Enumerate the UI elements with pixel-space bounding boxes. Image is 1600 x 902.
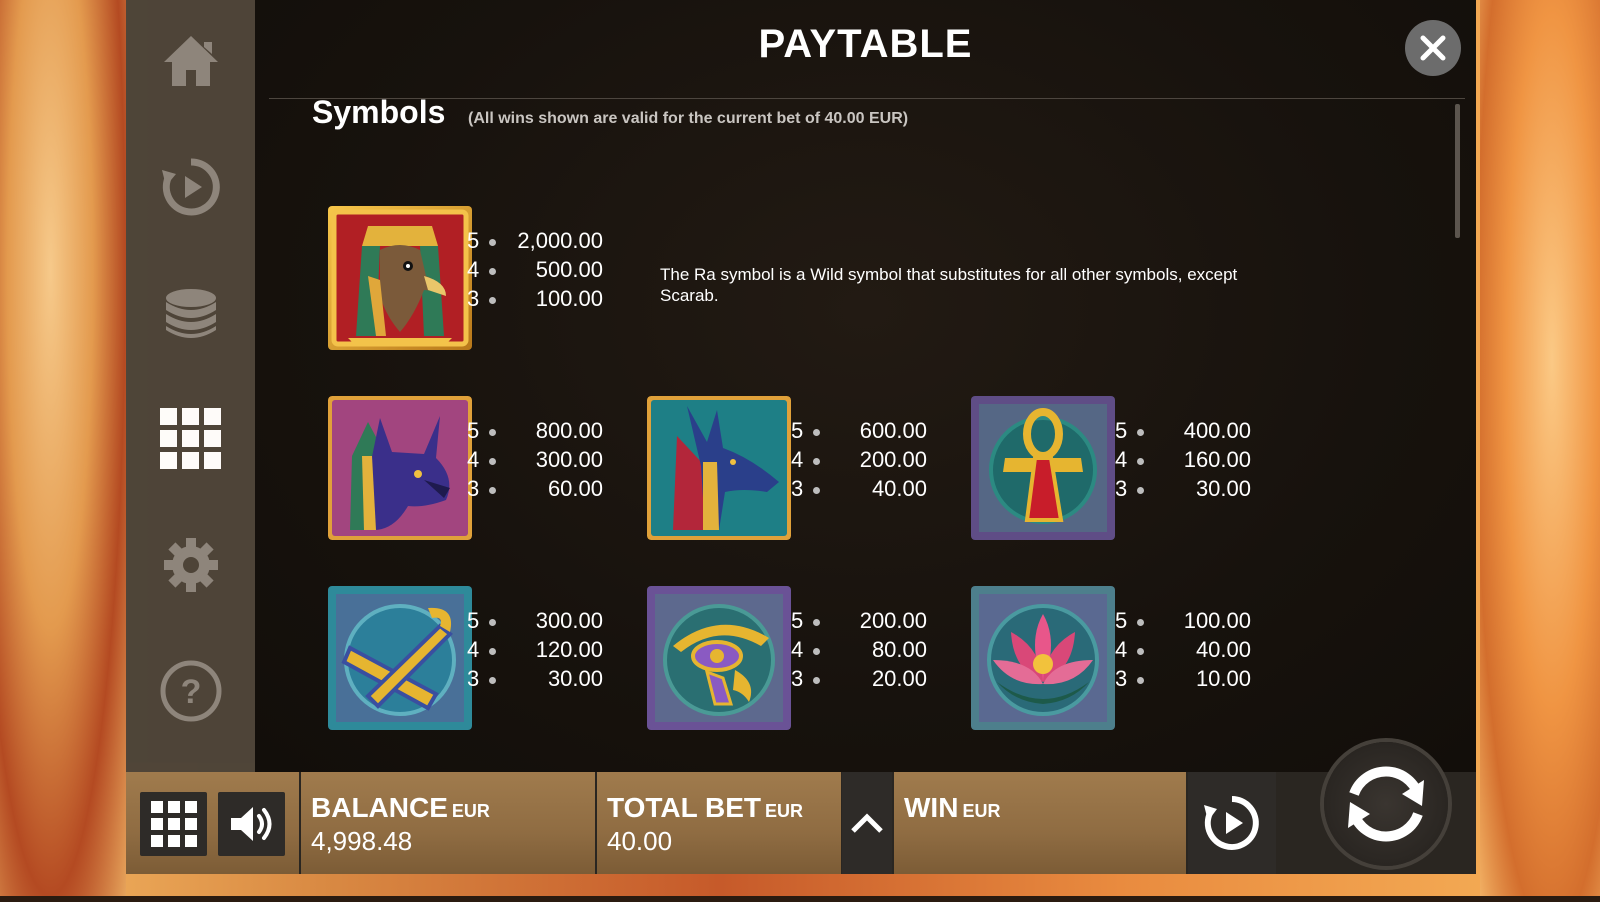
balance-currency: EUR	[451, 801, 490, 821]
payout-row: 5 200.00	[791, 608, 927, 633]
replay-icon	[162, 158, 220, 216]
settings-button[interactable]	[156, 530, 226, 600]
paytable-panel: PAYTABLE Symbols (All wins shown are val…	[255, 0, 1476, 772]
sound-button[interactable]	[218, 792, 285, 856]
win-currency: EUR	[962, 801, 1001, 821]
bet-currency: EUR	[765, 801, 804, 821]
section-heading: Symbols	[312, 94, 446, 130]
payout-row: 3 30.00	[467, 666, 603, 691]
ankh-payouts: 5 400.00 4 160.00 3 30.00	[1115, 418, 1251, 505]
crook-flail-payouts: 5 300.00 4 120.00 3 30.00	[467, 608, 603, 695]
coins-icon	[166, 289, 216, 338]
payout-row: 3 60.00	[467, 476, 603, 501]
balance-value: 4,998.48	[311, 826, 413, 856]
bet-label: TOTAL BET	[607, 792, 761, 823]
bottom-bar: BALANCE EUR 4,998.48 TOTAL BET EUR 40.00 W…	[126, 742, 1476, 874]
payout-row: 5 400.00	[1115, 418, 1251, 443]
payout-row: 5 2,000.00	[467, 228, 603, 253]
ra-payouts: 5 2,000.00 4 500.00 3 100.00	[467, 228, 603, 315]
background-left	[0, 0, 126, 902]
bet-label-row: TOTAL BET EUR	[607, 792, 803, 824]
menu-grid-icon	[150, 801, 197, 847]
anubis-symbol-icon	[647, 396, 791, 540]
help-icon: ?	[160, 660, 222, 722]
bet-settings-button[interactable]	[156, 278, 226, 348]
close-icon	[1420, 35, 1446, 61]
payout-row: 4 500.00	[467, 257, 603, 282]
bet-up-button[interactable]	[842, 772, 892, 874]
svg-text:?: ?	[181, 673, 202, 711]
payout-row: 5 800.00	[467, 418, 603, 443]
bet-value: 40.00	[607, 826, 673, 856]
scrollbar[interactable]	[1455, 104, 1460, 238]
win-label: WIN	[904, 792, 959, 823]
settings-gear-icon	[164, 538, 218, 592]
payout-row: 3 30.00	[1115, 476, 1251, 501]
home-button[interactable]	[156, 26, 226, 96]
autoplay-bottom-button[interactable]	[1188, 772, 1276, 874]
paytable-grid-icon	[160, 408, 221, 469]
bottom-strip	[0, 896, 1600, 902]
ankh-symbol-icon	[971, 396, 1115, 540]
payout-row: 4 200.00	[791, 447, 927, 472]
spin-button[interactable]	[1324, 742, 1448, 866]
payout-row: 4 40.00	[1115, 637, 1251, 662]
lotus-payouts: 5 100.00 4 40.00 3 10.00	[1115, 608, 1251, 695]
payout-row: 5 100.00	[1115, 608, 1251, 633]
menu-button[interactable]	[140, 792, 207, 856]
lotus-symbol-icon	[971, 586, 1115, 730]
payout-row: 3 20.00	[791, 666, 927, 691]
balance-label-row: BALANCE EUR	[311, 792, 490, 824]
chevron-up-icon	[851, 813, 883, 833]
paytable-button[interactable]	[156, 404, 226, 474]
payout-row: 3 100.00	[467, 286, 603, 311]
payout-row: 5 600.00	[791, 418, 927, 443]
header-divider	[269, 98, 1465, 99]
wild-description: The Ra symbol is a Wild symbol that subs…	[660, 265, 1238, 305]
home-icon	[164, 36, 218, 86]
ra-symbol-icon	[328, 206, 472, 350]
eye-of-horus-payouts: 5 200.00 4 80.00 3 20.00	[791, 608, 927, 695]
eye-of-horus-symbol-icon	[647, 586, 791, 730]
spin-arrows-icon	[1348, 766, 1424, 842]
background-right	[1480, 0, 1600, 902]
anubis-payouts: 5 600.00 4 200.00 3 40.00	[791, 418, 927, 505]
autoplay-button[interactable]	[156, 152, 226, 222]
page-title: PAYTABLE	[758, 22, 973, 66]
win-label-row: WIN EUR	[904, 792, 1000, 824]
help-button[interactable]: ?	[156, 656, 226, 726]
payout-row: 4 120.00	[467, 637, 603, 662]
payout-row: 5 300.00	[467, 608, 603, 633]
payout-row: 3 10.00	[1115, 666, 1251, 691]
balance-display: BALANCE EUR 4,998.48	[301, 772, 595, 874]
payout-row: 4 80.00	[791, 637, 927, 662]
side-menu: ?	[126, 0, 255, 772]
autoplay-icon	[1204, 796, 1259, 850]
payout-row: 4 160.00	[1115, 447, 1251, 472]
bastet-payouts: 5 800.00 4 300.00 3 60.00	[467, 418, 603, 505]
speaker-icon	[230, 807, 271, 841]
section-note: (All wins shown are valid for the curren…	[468, 110, 909, 127]
win-display: WIN EUR	[894, 772, 1186, 874]
payout-row: 3 40.00	[791, 476, 927, 501]
close-button[interactable]	[1405, 20, 1461, 76]
balance-label: BALANCE	[311, 792, 448, 823]
crook-flail-symbol-icon	[328, 586, 472, 730]
payout-row: 4 300.00	[467, 447, 603, 472]
bastet-symbol-icon	[328, 396, 472, 540]
total-bet-display: TOTAL BET EUR 40.00	[597, 772, 841, 874]
